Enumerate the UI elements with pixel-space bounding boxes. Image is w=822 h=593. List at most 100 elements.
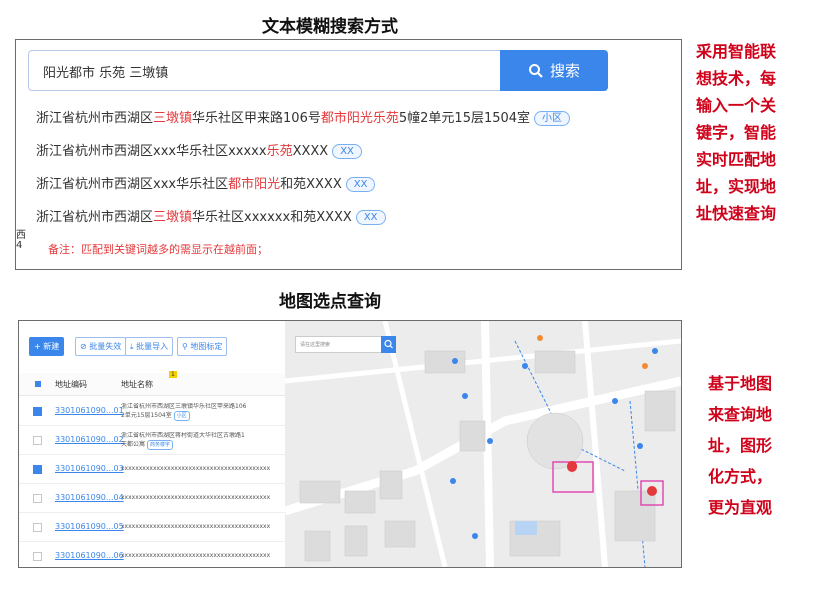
category-tag: 商务楼宇 bbox=[146, 440, 173, 450]
desc-line: 址，图形 bbox=[708, 436, 773, 455]
address-text: 华乐社区甲来路106号 bbox=[192, 111, 321, 126]
category-tag: 小区 bbox=[173, 411, 190, 421]
address-text: 浙江省杭州市西湖区xxx华乐社区xxxxx bbox=[36, 144, 267, 159]
keyword-highlight: 三墩镇 bbox=[153, 111, 193, 126]
map-locate-label: 地图标定 bbox=[190, 342, 223, 351]
address-code-link[interactable]: 3301061090...06 bbox=[55, 551, 124, 560]
map-canvas bbox=[285, 321, 681, 567]
category-tag: XX bbox=[345, 177, 376, 192]
search-input[interactable]: 阳光都市 乐苑 三墩镇 bbox=[43, 62, 168, 81]
search-button[interactable]: 搜索 bbox=[500, 50, 608, 91]
address-text: 浙江省杭州市西湖区xxx华乐社区 bbox=[36, 177, 229, 192]
table-row[interactable]: 3301061090...04 xxxxxxxxxxxxxxxxxxxxxxxxx… bbox=[19, 484, 285, 513]
address-code-link[interactable]: 3301061090...01 bbox=[55, 406, 124, 415]
table-header: 地址编码 地址名称 1 bbox=[19, 371, 285, 396]
map-search-placeholder: 请在这里搜索 bbox=[300, 342, 331, 348]
row-checkbox[interactable] bbox=[33, 407, 42, 416]
desc-line: 输入一个关 bbox=[696, 96, 777, 115]
address-text: 5幢2单元15层1504室 bbox=[398, 111, 531, 126]
keyword-highlight: 都市阳光乐苑 bbox=[320, 111, 399, 126]
table-row[interactable]: 3301061090...02 浙江省杭州市西湖区蒋村街道大华社区古墩路1 天都公寓… bbox=[19, 426, 285, 455]
batch-import-label: 批量导入 bbox=[136, 342, 169, 351]
address-name: xxxxxxxxxxxxxxxxxxxxxxxxxxxxxxxxxxxxxxxx… bbox=[121, 552, 271, 560]
desc-line: 址快速查询 bbox=[696, 204, 777, 223]
address-line: 浙江省杭州市西湖区三墩镇华乐社区甲来路106 bbox=[121, 403, 247, 410]
map-search-input[interactable]: 请在这里搜索 bbox=[295, 336, 382, 353]
search-button-label: 搜索 bbox=[549, 62, 580, 80]
address-text: 浙江省杭州市西湖区 bbox=[36, 210, 154, 225]
desc-line: 键字，智能 bbox=[696, 123, 777, 142]
map-search-button[interactable] bbox=[381, 336, 396, 353]
map-locate-button[interactable]: ⚲ 地图标定 bbox=[177, 337, 228, 356]
new-button[interactable]: + 新建 bbox=[29, 337, 65, 356]
suggestion-item[interactable]: 浙江省杭州市西湖区三墩镇华乐社区xxxxxx和苑XXXX XX bbox=[36, 206, 386, 225]
select-all-checkbox[interactable] bbox=[35, 381, 41, 387]
keyword-highlight: 乐苑 bbox=[266, 144, 293, 159]
row-checkbox[interactable] bbox=[33, 465, 42, 474]
address-code-link[interactable]: 3301061090...05 bbox=[55, 522, 124, 531]
col-code-header: 地址编码 bbox=[55, 380, 87, 389]
desc-line: 采用智能联 bbox=[696, 42, 777, 61]
keyword-highlight: 三墩镇 bbox=[153, 210, 193, 225]
table-row[interactable]: 3301061090...03 xxxxxxxxxxxxxxxxxxxxxxxxx… bbox=[19, 455, 285, 484]
table-row[interactable]: 3301061090...05 xxxxxxxxxxxxxxxxxxxxxxxxx… bbox=[19, 513, 285, 542]
suggestion-item[interactable]: 浙江省杭州市西湖区xxx华乐社区都市阳光和苑XXXX XX bbox=[36, 173, 376, 192]
suggestion-item[interactable]: 浙江省杭州市西湖区三墩镇华乐社区甲来路106号都市阳光乐苑5幢2单元15层150… bbox=[36, 107, 571, 126]
section1-title: 文本模糊搜索方式 bbox=[262, 17, 398, 37]
address-code-link[interactable]: 3301061090...04 bbox=[55, 493, 124, 502]
address-name: xxxxxxxxxxxxxxxxxxxxxxxxxxxxxxxxxxxxxxxx… bbox=[121, 494, 271, 502]
search-icon bbox=[384, 339, 393, 349]
address-text: 浙江省杭州市西湖区 bbox=[36, 111, 154, 126]
section2-title: 地图选点查询 bbox=[279, 292, 381, 312]
row-checkbox[interactable] bbox=[33, 523, 42, 532]
batch-invalid-label: 批量失效 bbox=[89, 342, 122, 351]
desc-line: 来查询地 bbox=[708, 405, 773, 424]
address-line: xxxxxxxxxxxxxxxxxxxxxxxxxxxxxxxxxxxxxxxx… bbox=[121, 465, 271, 472]
section2-description: 基于地图 来查询地 址，图形 化方式， 更为直观 bbox=[708, 368, 772, 523]
address-line: xxxxxxxxxxxxxxxxxxxxxxxxxxxxxxxxxxxxxxxx… bbox=[121, 494, 271, 501]
address-line: xxxxxxxxxxxxxxxxxxxxxxxxxxxxxxxxxxxxxxxx… bbox=[121, 523, 271, 530]
ban-icon: ⊘ bbox=[80, 342, 87, 351]
address-name: 浙江省杭州市西湖区蒋村街道大华社区古墩路1 天都公寓 商务楼宇 bbox=[121, 432, 271, 450]
desc-line: 化方式， bbox=[708, 467, 773, 486]
clipped-text: 4 bbox=[16, 240, 23, 251]
row-checkbox[interactable] bbox=[33, 552, 42, 561]
address-line: xxxxxxxxxxxxxxxxxxxxxxxxxxxxxxxxxxxxxxxx… bbox=[121, 552, 271, 559]
suggestion-item[interactable]: 浙江省杭州市西湖区xxx华乐社区xxxxx乐苑XXXX XX bbox=[36, 140, 362, 159]
desc-line: 址，实现地 bbox=[696, 177, 777, 196]
desc-line: 更为直观 bbox=[708, 498, 773, 517]
category-tag: XX bbox=[332, 144, 362, 159]
category-tag: 小区 bbox=[534, 111, 571, 126]
address-line: 2单元15层1504室 bbox=[121, 412, 172, 419]
address-line: 浙江省杭州市西湖区蒋村街道大华社区古墩路1 bbox=[121, 432, 245, 439]
import-icon: ⤓ bbox=[130, 341, 134, 351]
category-tag: XX bbox=[355, 210, 386, 225]
row-checkbox[interactable] bbox=[33, 436, 42, 445]
address-text: 和苑XXXX bbox=[280, 177, 342, 192]
clipped-text: 西 bbox=[16, 230, 26, 241]
address-text: XXXX bbox=[292, 144, 329, 159]
table-row[interactable]: 3301061090...06 xxxxxxxxxxxxxxxxxxxxxxxxx… bbox=[19, 542, 285, 567]
address-code-link[interactable]: 3301061090...03 bbox=[55, 464, 124, 473]
map-view[interactable]: 请在这里搜索 bbox=[285, 321, 681, 567]
map-select-panel: + 新建 ⊘ 批量失效 ⤓ 批量导入 ⚲ 地图标定 地址编码 地址名称 1 33… bbox=[18, 320, 682, 568]
address-name: xxxxxxxxxxxxxxxxxxxxxxxxxxxxxxxxxxxxxxxx… bbox=[121, 465, 271, 473]
col-name-header: 地址名称 bbox=[121, 380, 153, 389]
desc-line: 基于地图 bbox=[708, 374, 773, 393]
desc-line: 想技术，每 bbox=[696, 69, 777, 88]
keyword-highlight: 都市阳光 bbox=[228, 177, 281, 192]
batch-import-button[interactable]: ⤓ 批量导入 bbox=[125, 337, 174, 356]
batch-invalid-button[interactable]: ⊘ 批量失效 bbox=[75, 337, 127, 356]
address-text: 华乐社区xxxxxx和苑XXXX bbox=[192, 210, 352, 225]
table-row[interactable]: 3301061090...01 浙江省杭州市西湖区三墩镇华乐社区甲来路106 2单元… bbox=[19, 397, 285, 426]
desc-line: 实时匹配地 bbox=[696, 150, 777, 169]
address-code-link[interactable]: 3301061090...02 bbox=[55, 435, 124, 444]
address-name: xxxxxxxxxxxxxxxxxxxxxxxxxxxxxxxxxxxxxxxx… bbox=[121, 523, 271, 531]
address-name: 浙江省杭州市西湖区三墩镇华乐社区甲来路106 2单元15层1504室 小区 bbox=[121, 403, 271, 421]
search-icon bbox=[528, 63, 543, 78]
row-checkbox[interactable] bbox=[33, 494, 42, 503]
address-line: 天都公寓 bbox=[121, 441, 146, 448]
fuzzy-search-panel: 阳光都市 乐苑 三墩镇 搜索 浙江省杭州市西湖区三墩镇华乐社区甲来路106号都市… bbox=[15, 39, 682, 270]
note-text: 备注：匹配到关键词越多的需显示在越前面； bbox=[48, 243, 268, 256]
search-bar: 阳光都市 乐苑 三墩镇 搜索 bbox=[28, 50, 608, 91]
